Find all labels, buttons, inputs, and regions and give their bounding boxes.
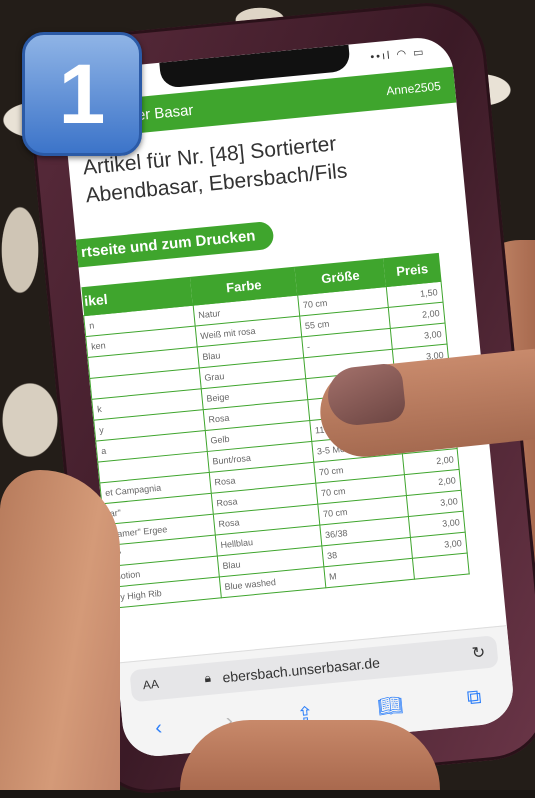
user-name[interactable]: Anne2505 — [386, 79, 442, 98]
reload-icon[interactable]: ↻ — [471, 642, 486, 663]
url-text: ebersbach.unserbasar.de — [221, 654, 381, 686]
lock-icon: 🔒︎ — [203, 670, 212, 686]
cell-price — [412, 553, 470, 580]
status-bar: ••ıl ◠ ▭ — [369, 46, 427, 64]
bottom-hand — [180, 720, 440, 790]
left-hand — [0, 470, 120, 790]
print-view-button[interactable]: rtseite und zum Drucken — [61, 220, 275, 269]
step-number-badge: 1 — [22, 32, 142, 156]
back-icon[interactable]: ‹ — [154, 716, 163, 740]
tabs-icon[interactable]: ⧉ — [466, 685, 482, 709]
bookmarks-icon[interactable]: 📖︎ — [376, 692, 404, 719]
text-size-button[interactable]: AA — [142, 677, 159, 692]
